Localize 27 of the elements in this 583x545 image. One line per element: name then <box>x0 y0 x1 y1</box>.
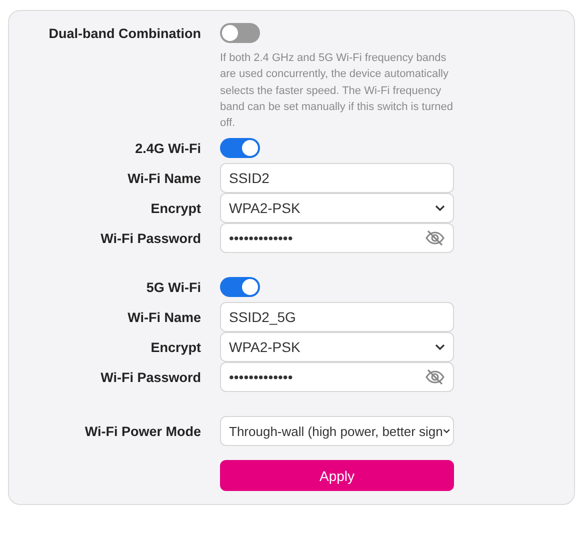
eye-off-icon[interactable] <box>425 229 445 248</box>
field-label: Wi-Fi Name <box>128 310 201 325</box>
eye-off-icon[interactable] <box>425 368 445 386</box>
field-label: Wi-Fi Name <box>128 170 201 186</box>
password-field[interactable]: ••••••••••••• <box>220 223 454 254</box>
dropdown[interactable]: Through-wall (high power, better sign <box>220 416 454 446</box>
toggle-switch[interactable] <box>220 277 260 298</box>
field-label: 2.4G Wi-Fi <box>135 140 201 156</box>
apply-button[interactable]: Apply <box>220 460 454 492</box>
input-field[interactable]: SSID2 <box>220 163 454 194</box>
field-label: Wi-Fi Password <box>100 370 201 385</box>
password-field[interactable]: ••••••••••••• <box>220 362 454 392</box>
caret-icon <box>435 205 445 212</box>
dropdown[interactable]: WPA2-PSK <box>220 332 454 362</box>
toggle-switch[interactable] <box>220 23 260 43</box>
field-label: Wi-Fi Power Mode <box>84 424 201 439</box>
caret-icon <box>435 344 445 350</box>
field-label: 5G Wi-Fi <box>146 280 201 295</box>
toggle-switch[interactable] <box>220 138 260 158</box>
field-label: Wi-Fi Password <box>100 230 201 246</box>
description-text: If both 2.4 GHz and 5G Wi-Fi frequency bands are used concurrently, the device automatically selects the faster speed. The Wi-Fi frequency band can be set manually if this switch is turned off. <box>220 51 454 132</box>
dropdown[interactable]: WPA2-PSK <box>220 193 454 224</box>
input-field[interactable]: SSID2_5G <box>220 302 454 332</box>
field-label: Dual-band Combination <box>48 26 201 40</box>
caret-icon <box>442 428 450 434</box>
field-label: Encrypt <box>150 340 201 355</box>
field-label: Encrypt <box>150 200 201 216</box>
